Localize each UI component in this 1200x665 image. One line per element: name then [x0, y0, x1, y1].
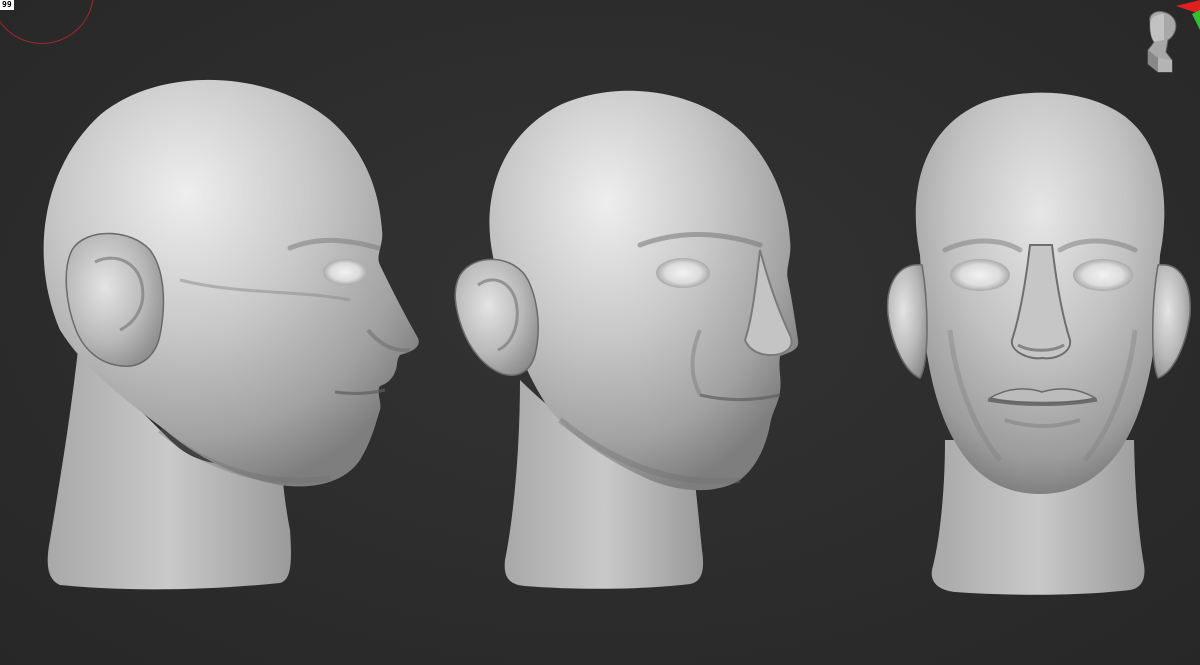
head-front-view[interactable] [886, 92, 1191, 595]
three-quarter-ear [454, 258, 539, 376]
front-ear-left [1151, 264, 1191, 379]
head-three-quarter-view[interactable] [454, 90, 799, 589]
sculpt-viewport[interactable]: 99 [0, 0, 1200, 665]
head-orientation-icon [1147, 11, 1177, 73]
profile-eye [323, 259, 367, 285]
front-ear-right [886, 264, 928, 379]
front-eye-left [1073, 259, 1133, 291]
head-profile-view[interactable] [43, 79, 419, 590]
orientation-gizmo[interactable] [1136, 0, 1200, 80]
model-canvas[interactable] [0, 0, 1200, 665]
axis-y-arrow-icon [1192, 10, 1200, 30]
front-eye-right [950, 259, 1010, 291]
three-quarter-eye [656, 258, 710, 288]
